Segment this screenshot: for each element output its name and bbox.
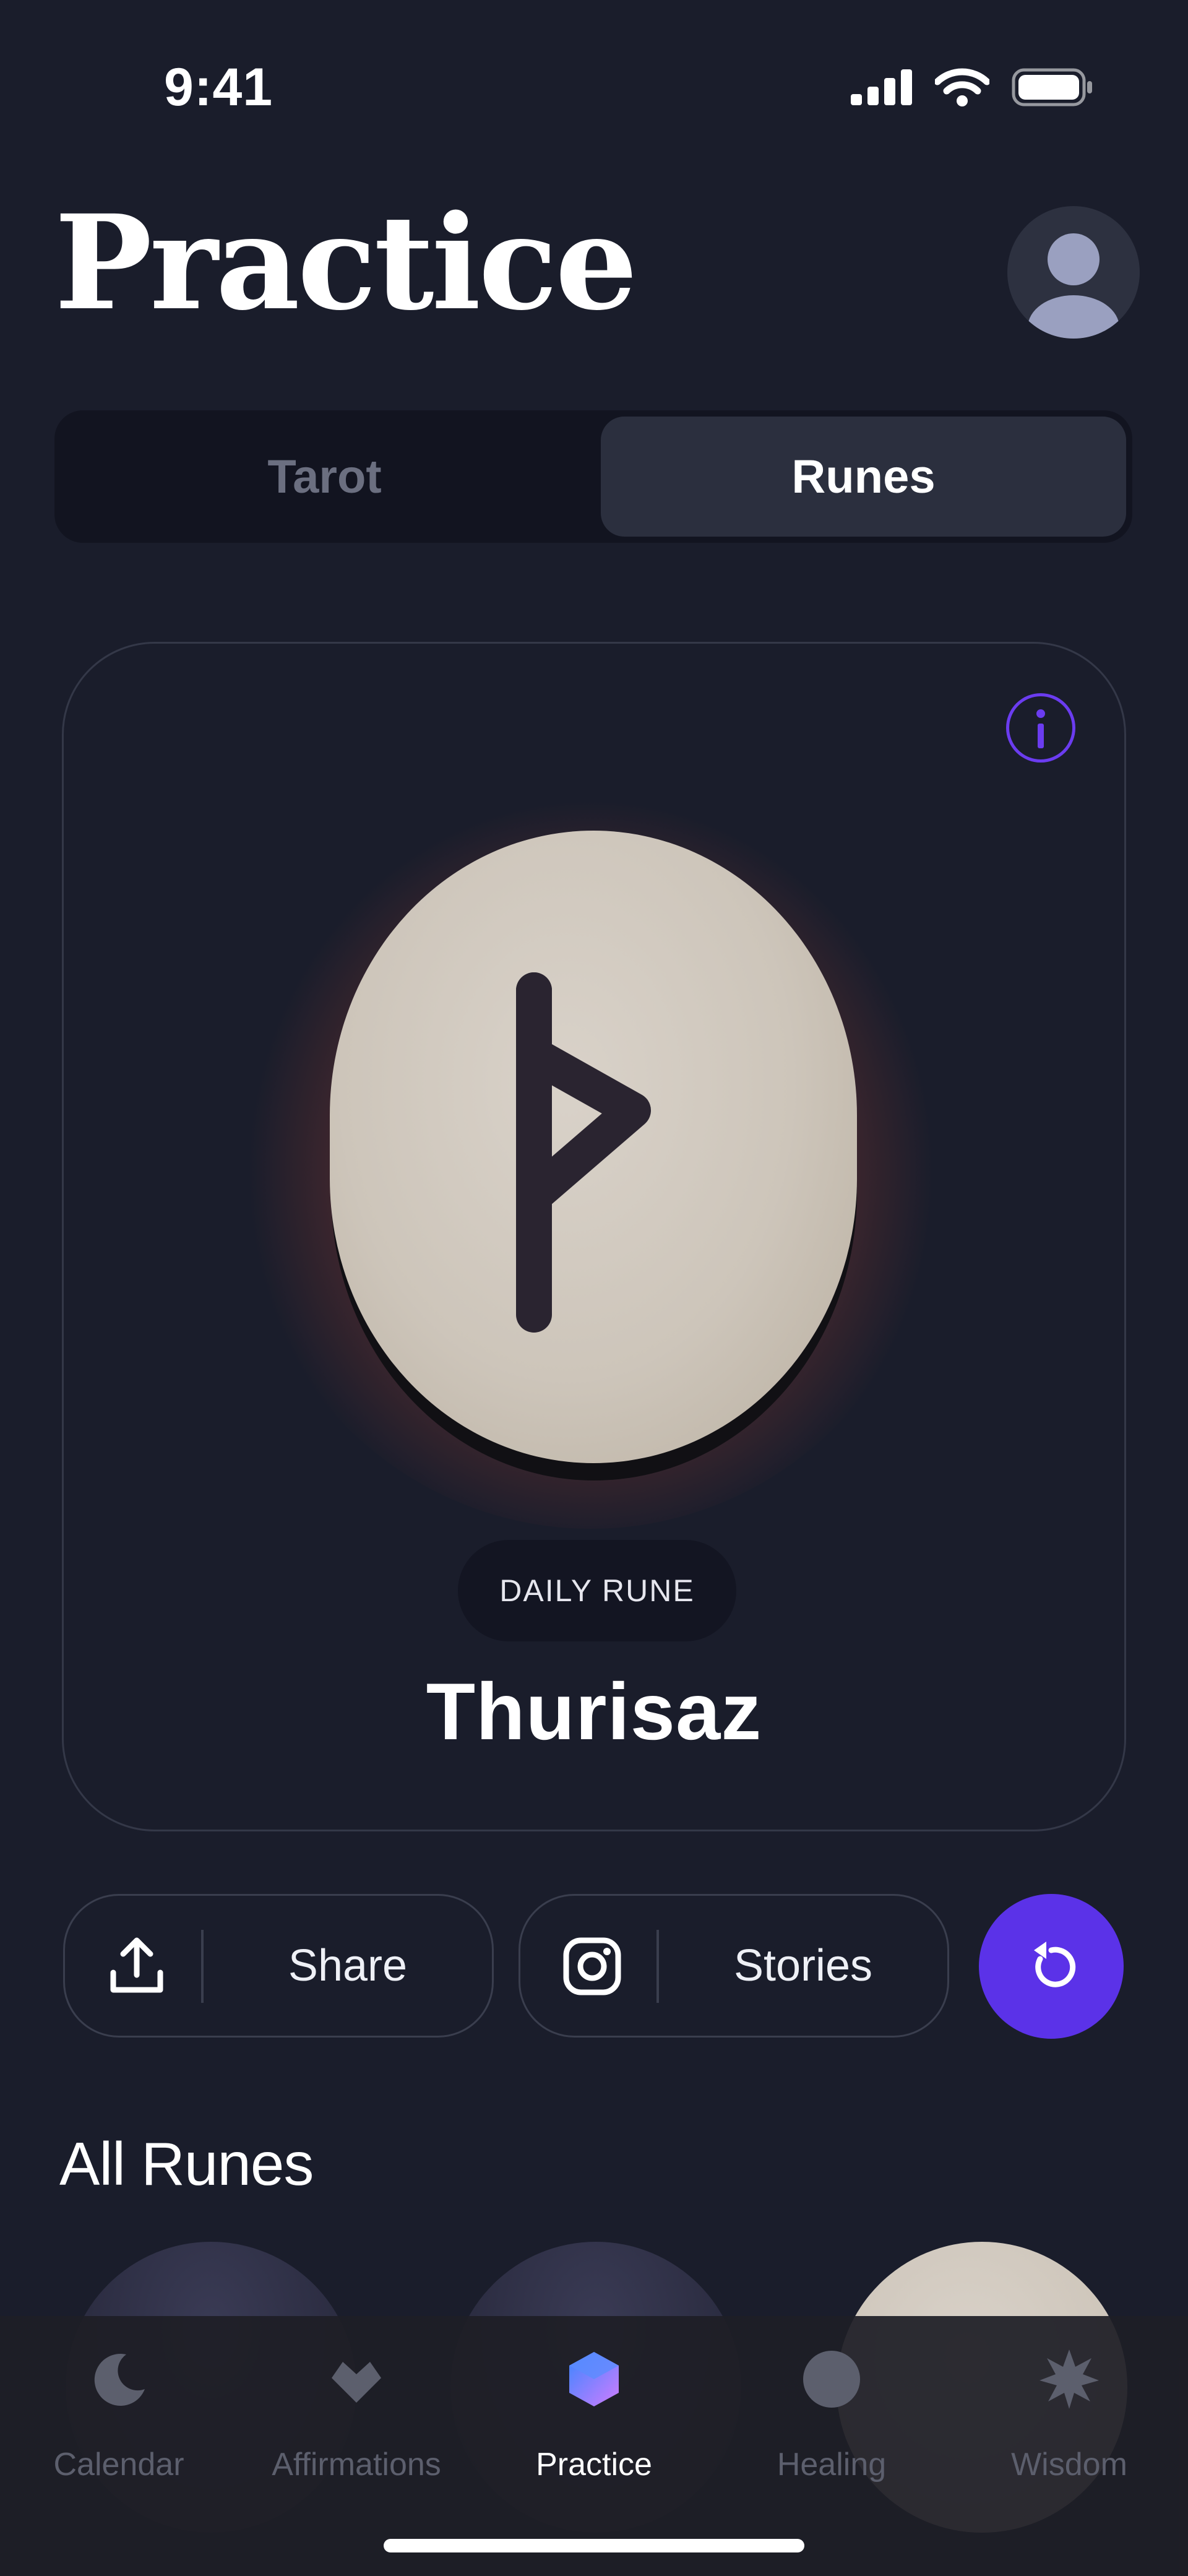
refresh-icon [1034,1942,1076,1987]
nav-healing[interactable]: Healing [713,2316,950,2576]
daily-rune-badge: DAILY RUNE [458,1540,736,1641]
share-button[interactable]: Share [63,1894,494,2038]
nav-label-calendar: Calendar [53,2447,184,2483]
tab-runes[interactable]: Runes [601,417,1126,537]
nav-label-wisdom: Wisdom [1011,2447,1127,2483]
nav-label-practice: Practice [536,2447,652,2483]
tab-tarot[interactable]: Tarot [61,417,588,537]
stories-button[interactable]: Stories [519,1894,949,2038]
nav-practice[interactable]: Practice [475,2316,713,2576]
share-label: Share [288,1941,408,1990]
nav-affirmations[interactable]: Affirmations [238,2316,475,2576]
user-avatar-icon [1028,233,1119,339]
nav-label-healing: Healing [777,2447,887,2483]
instagram-icon [563,1937,621,1995]
profile-avatar-button[interactable] [1007,206,1140,339]
battery-icon [1012,68,1092,106]
thurisaz-rune-glyph [516,972,651,1333]
rune-name: Thurisaz [426,1666,762,1757]
status-time: 9:41 [164,58,273,117]
info-icon [1036,709,1045,748]
star-burst-icon [1040,2349,1099,2409]
gem-icon [569,2352,619,2406]
nav-calendar[interactable]: Calendar [0,2316,238,2576]
heart-icon [332,2362,381,2403]
bottom-tab-bar: Calendar Affirmations Practice Healing W… [0,2316,1188,2576]
circle-icon [803,2351,860,2408]
info-button[interactable] [1006,693,1075,763]
status-icons [851,66,1093,109]
all-runes-title: All Runes [59,2130,314,2198]
refresh-button[interactable] [979,1894,1124,2039]
home-indicator[interactable] [384,2539,804,2552]
cellular-signal-icon [851,69,912,105]
moon-icon [94,2353,145,2406]
page-title: Practice [54,186,638,339]
nav-label-affirmations: Affirmations [272,2447,441,2483]
upload-share-icon [110,1937,163,1993]
wifi-icon [935,68,989,106]
nav-wisdom[interactable]: Wisdom [950,2316,1188,2576]
practice-segmented-control: Tarot Runes [54,410,1132,543]
stories-label: Stories [733,1941,873,1990]
